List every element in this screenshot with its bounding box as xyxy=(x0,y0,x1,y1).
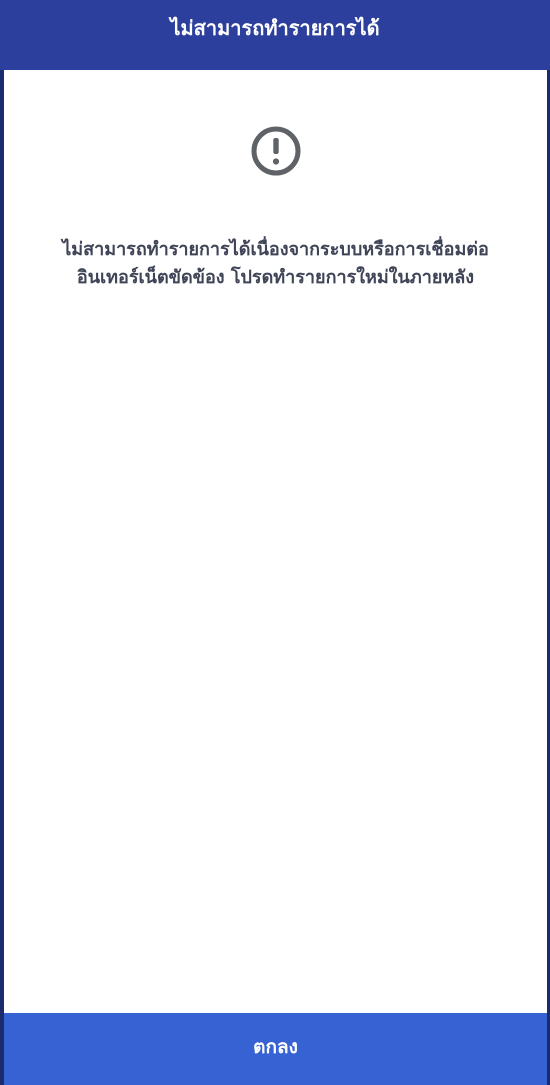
page-title: ไม่สามารถทำรายการได้ xyxy=(170,16,380,40)
error-message-line: อินเทอร์เน็ตขัดข้อง โปรดทำรายการใหม่ในภา… xyxy=(76,267,475,288)
error-message-line: ไม่สามารถทำรายการได้เนื่องจากระบบหรือการ… xyxy=(62,239,489,260)
exclamation-circle-icon xyxy=(251,126,301,176)
error-screen: ไม่สามารถทำรายการได้ ไม่สามารถทำรายการได… xyxy=(0,0,550,1085)
error-message: ไม่สามารถทำรายการได้เนื่องจากระบบหรือการ… xyxy=(4,236,547,292)
ok-button-label: ตกลง xyxy=(253,1036,298,1058)
header-bar: ไม่สามารถทำรายการได้ xyxy=(0,0,550,70)
ok-button[interactable]: ตกลง xyxy=(4,1013,547,1085)
error-content: ไม่สามารถทำรายการได้เนื่องจากระบบหรือการ… xyxy=(4,70,547,1013)
